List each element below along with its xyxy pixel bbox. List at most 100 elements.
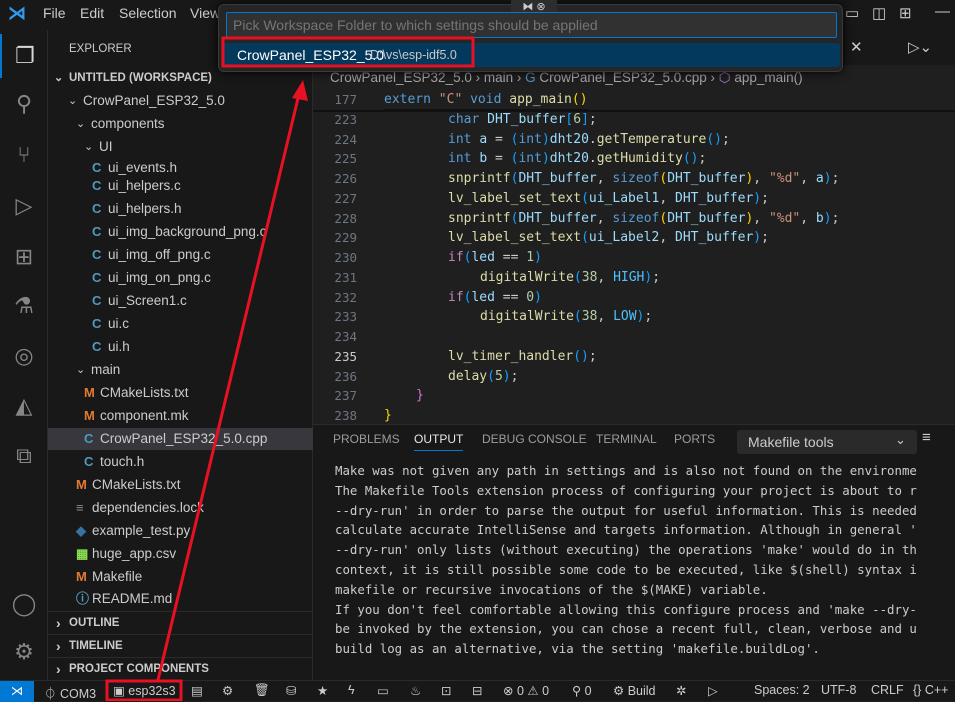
espressif-icon[interactable]: ◎ (0, 334, 48, 378)
source-control-icon[interactable]: ⑂ (0, 133, 48, 177)
code-line[interactable]: char DHT_buffer[6]; (448, 110, 597, 130)
tree-item[interactable]: ⌄ CrowPanel_ESP32_5.0 (48, 90, 313, 112)
tree-item[interactable]: ≡ dependencies.lock (48, 497, 313, 519)
code-token: = (494, 131, 511, 147)
toggle-sidebar-icon[interactable]: ◫ (872, 4, 886, 22)
breadcrumb-folder[interactable]: CrowPanel_ESP32_5.0 (330, 70, 472, 85)
menu-edit[interactable]: Edit (80, 5, 104, 21)
tree-item[interactable]: Cui_img_background_png.c (48, 221, 313, 243)
serial-port[interactable]: ⏀ COM3 (44, 683, 96, 702)
sdk-config-gear-icon[interactable]: ⚙ (222, 683, 233, 698)
tree-item[interactable]: Cui_Screen1.c (48, 290, 313, 312)
star-icon[interactable]: ★ (317, 683, 328, 698)
code-line[interactable]: lv_label_set_text(ui_Label2, DHT_buffer)… (448, 228, 769, 248)
search-icon[interactable]: ⚲ (0, 82, 48, 126)
quick-pick-input[interactable] (226, 12, 837, 38)
code-line[interactable]: extern "C" void app_main() (384, 90, 588, 110)
panel-tab-problems[interactable]: PROBLEMS (333, 432, 400, 446)
menu-selection[interactable]: Selection (119, 5, 177, 21)
ports-status[interactable]: ⚲ 0 (572, 683, 592, 698)
tree-item[interactable]: ⌄ main (48, 359, 313, 381)
customize-layout-icon[interactable]: ⊞ (899, 4, 912, 22)
tree-item-label: ui_img_on_png.c (108, 270, 211, 285)
language-status[interactable]: {} C++ (913, 683, 948, 697)
tree-item[interactable]: M CMakeLists.txt (48, 382, 313, 404)
tree-item-label: ui_img_background_png.c (108, 224, 267, 239)
code-line[interactable]: snprintf(DHT_buffer, sizeof(DHT_buffer),… (448, 169, 839, 189)
tree-item[interactable]: Mcomponent.mk (48, 405, 313, 427)
flame-icon[interactable]: ♨ (410, 683, 421, 698)
close-tab-icon[interactable]: ✕ (850, 38, 863, 56)
remote-explorer-icon[interactable]: ⧉ (0, 434, 48, 478)
build-button[interactable]: ⚙ Build (613, 683, 655, 698)
encoding-status[interactable]: UTF-8 (821, 683, 856, 697)
tree-item[interactable]: ◆ example_test.py (48, 520, 313, 542)
code-line[interactable]: int a = (int)dht20.getTemperature(); (448, 130, 730, 150)
monitor-icon[interactable]: ▭ (377, 683, 389, 698)
panel-tab-ports[interactable]: PORTS (674, 432, 715, 446)
minimize-icon[interactable]: — (935, 3, 950, 20)
tree-item[interactable]: ⌄ components (48, 113, 313, 135)
quick-pick-item[interactable]: CrowPanel_ESP32_5.0 D:\vs\esp-idf5.0 (223, 43, 840, 67)
tree-item[interactable]: Cui.h (48, 336, 313, 358)
remote-indicator-icon[interactable]: ⋊ (0, 681, 34, 702)
tree-item[interactable]: M CMakeLists.txt (48, 474, 313, 496)
code-line[interactable]: digitalWrite(38, HIGH); (480, 268, 660, 288)
tree-item[interactable]: Ctouch.h (48, 451, 313, 473)
indentation-status[interactable]: Spaces: 2 (754, 683, 810, 697)
output-channel-select[interactable]: Makefile tools ⌄ (737, 430, 917, 454)
tree-item[interactable]: Cui_img_off_png.c (48, 244, 313, 266)
tree-item[interactable]: ⓘ README.md (48, 588, 313, 610)
code-line[interactable]: digitalWrite(38, LOW); (480, 307, 652, 327)
manage-gear-icon[interactable]: ⚙ (0, 630, 48, 674)
code-line[interactable]: int b = (int)dht20.getHumidity(); (448, 149, 706, 169)
debug-bug-icon[interactable]: ✲ (676, 683, 686, 698)
tree-item[interactable]: ▦ huge_app.csv (48, 543, 313, 565)
code-line[interactable]: if(led == 1) (448, 248, 542, 268)
tree-item[interactable]: Cui_helpers.c (48, 175, 313, 197)
section-header[interactable]: › TIMELINE (48, 634, 313, 656)
toggle-panel-icon[interactable]: ▭ (845, 4, 859, 22)
open-project-icon[interactable]: ▤ (191, 683, 203, 698)
tree-item[interactable]: Cui_img_on_png.c (48, 267, 313, 289)
panel-tab-debug-console[interactable]: DEBUG CONSOLE (482, 432, 587, 446)
code-line[interactable]: lv_label_set_text(ui_Label1, DHT_buffer)… (448, 189, 769, 209)
run-debug-icon[interactable]: ▷ (0, 184, 48, 228)
panel-tab-terminal[interactable]: TERMINAL (596, 432, 657, 446)
problems-status[interactable]: ⊗ 0 ⚠ 0 (503, 683, 549, 698)
code-line[interactable]: snprintf(DHT_buffer, sizeof(DHT_buffer),… (448, 209, 839, 229)
tree-item[interactable]: Cui_helpers.h (48, 198, 313, 220)
menu-file[interactable]: File (43, 5, 66, 21)
extensions-icon[interactable]: ⊞ (0, 235, 48, 279)
cylinder-icon[interactable]: ⛁ (286, 683, 296, 698)
code-line[interactable]: lv_timer_handler(); (448, 347, 597, 367)
breadcrumb-symbol[interactable]: app_main() (734, 70, 802, 85)
breadcrumb-file[interactable]: CrowPanel_ESP32_5.0.cpp (539, 70, 706, 85)
section-header[interactable]: › OUTLINE (48, 611, 313, 633)
terminal-icon[interactable]: ⊡ (441, 683, 451, 698)
run-play-icon[interactable]: ▷ (708, 683, 718, 698)
section-header[interactable]: › PROJECT COMPONENTS (48, 657, 313, 679)
flash-icon[interactable]: ϟ (348, 683, 355, 697)
build-flash-monitor-icon[interactable]: ⊟ (472, 683, 482, 698)
testing-icon[interactable]: ⚗ (0, 284, 48, 328)
tree-item[interactable]: M Makefile (48, 566, 313, 588)
code-line[interactable]: if(led == 0) (448, 288, 542, 308)
accounts-icon[interactable]: ◯ (0, 582, 48, 626)
full-clean-trash-icon[interactable]: 🗑 (254, 683, 270, 698)
platform-icon[interactable]: ◭ (0, 384, 48, 428)
code-line[interactable]: } (416, 386, 424, 406)
eol-status[interactable]: CRLF (871, 683, 904, 697)
code-line[interactable]: delay(5); (448, 367, 518, 387)
clear-output-icon[interactable]: ≡ (922, 429, 931, 446)
run-debug-dropdown-icon[interactable]: ▷⌄ (908, 38, 932, 56)
panel-tab-output[interactable]: OUTPUT (414, 432, 464, 451)
code-line[interactable]: } (384, 406, 392, 426)
idf-target[interactable]: ▣ esp32s3 (113, 683, 176, 698)
tree-item[interactable]: ⌄ UI (48, 136, 313, 158)
menu-view[interactable]: View (190, 5, 220, 21)
breadcrumb-main[interactable]: main (484, 70, 513, 85)
tree-item[interactable]: Cui.c (48, 313, 313, 335)
tree-item[interactable]: C CrowPanel_ESP32_5.0.cpp (48, 428, 313, 450)
explorer-icon[interactable]: ❐ (0, 34, 48, 78)
